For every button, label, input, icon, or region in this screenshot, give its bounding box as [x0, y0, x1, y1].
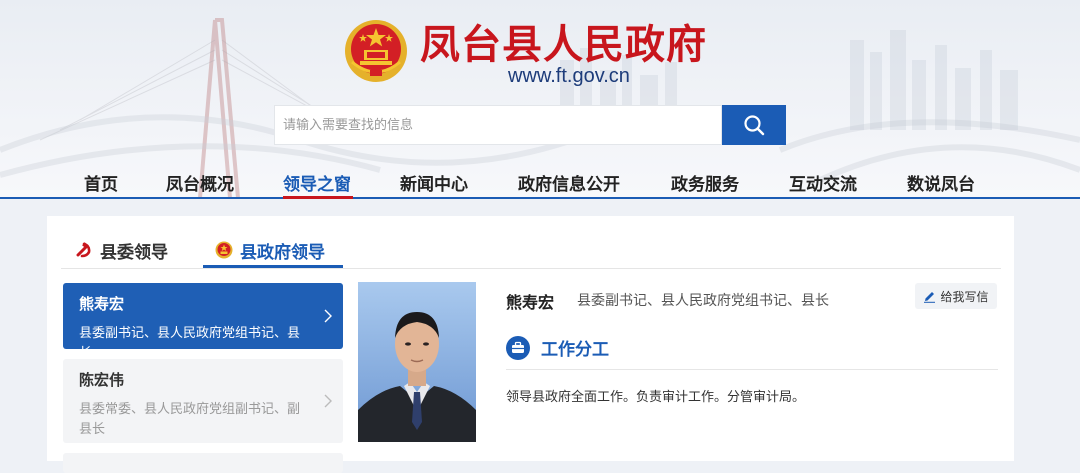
- search-button[interactable]: [722, 105, 786, 145]
- briefcase-icon: [506, 335, 530, 360]
- nav-item-leaders[interactable]: 领导之窗: [283, 170, 351, 195]
- leader-photo: [358, 282, 476, 442]
- chevron-right-icon: [324, 309, 332, 323]
- nav-item-info-disclosure[interactable]: 政府信息公开: [518, 170, 620, 195]
- duties-text: 领导县政府全面工作。负责审计工作。分管审计局。: [506, 390, 806, 405]
- chevron-right-icon: [324, 394, 332, 408]
- site-title: 凤台县人民政府: [420, 21, 707, 68]
- leader-list-item[interactable]: [63, 453, 343, 473]
- nav-item-interaction[interactable]: 互动交流: [789, 170, 857, 195]
- leader-list-item[interactable]: 陈宏伟 县委常委、县人民政府党组副书记、副县长: [63, 359, 343, 443]
- leader-name: 熊寿宏: [79, 295, 125, 313]
- main-nav: 首页 凤台概况 领导之窗 新闻中心 政府信息公开 政务服务 互动交流 数说凤台: [0, 160, 1080, 198]
- tab-government-label: 县政府领导: [240, 242, 325, 263]
- nav-divider: [0, 197, 1080, 199]
- leader-tabs: 县委领导 县政府领导: [61, 226, 1001, 269]
- tab-government-leaders[interactable]: 县政府领导: [215, 234, 325, 266]
- tab-active-indicator: [203, 265, 343, 268]
- write-letter-label: 给我写信: [940, 289, 989, 304]
- detail-leader-name: 熊寿宏: [506, 293, 555, 312]
- search-input[interactable]: [274, 105, 722, 145]
- leader-list-item[interactable]: 熊寿宏 县委副书记、县人民政府党组书记、县长: [63, 283, 343, 361]
- tab-party-label: 县委领导: [100, 242, 168, 263]
- nav-item-home[interactable]: 首页: [84, 170, 118, 195]
- party-emblem-icon: [76, 242, 91, 258]
- nav-item-news[interactable]: 新闻中心: [400, 170, 468, 195]
- national-emblem-icon: [345, 20, 407, 82]
- leader-title: 县委副书记、县人民政府党组书记、县长: [79, 326, 301, 361]
- detail-leader-title: 县委副书记、县人民政府党组书记、县长: [577, 293, 829, 309]
- site-url: www.ft.gov.cn: [508, 65, 630, 87]
- pencil-icon: [924, 291, 936, 303]
- write-letter-button[interactable]: 给我写信: [915, 283, 997, 309]
- leaders-card: 县委领导 县政府领导 熊寿宏 县委副书记、县人民政府党组书记、县长 陈宏伟 县委…: [47, 216, 1014, 473]
- leader-title: 县委常委、县人民政府党组副书记、副县长: [79, 402, 301, 437]
- duties-section-header: 工作分工: [506, 335, 609, 360]
- nav-item-data[interactable]: 数说凤台: [907, 170, 975, 195]
- search-icon: [744, 115, 765, 136]
- duties-section-title: 工作分工: [541, 340, 609, 360]
- section-divider: [506, 369, 998, 370]
- national-emblem-small-icon: [215, 241, 233, 259]
- nav-item-overview[interactable]: 凤台概况: [166, 170, 234, 195]
- nav-item-services[interactable]: 政务服务: [671, 170, 739, 195]
- leader-name: 陈宏伟: [79, 371, 125, 389]
- nav-active-indicator: [283, 196, 353, 199]
- tab-party-leaders[interactable]: 县委领导: [75, 234, 168, 266]
